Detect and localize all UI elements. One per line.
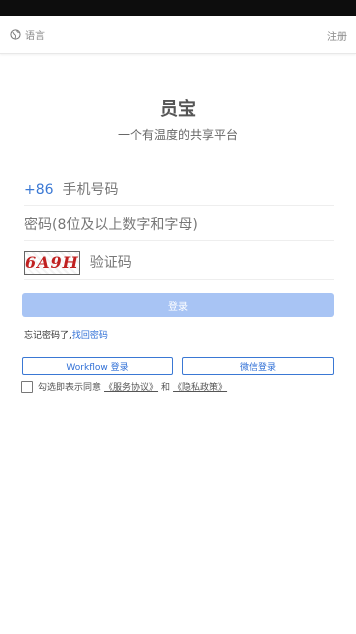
phone-input[interactable] bbox=[62, 181, 334, 198]
agreement-prefix: 勾选即表示同意 bbox=[38, 383, 102, 393]
password-input[interactable] bbox=[24, 216, 334, 233]
captcha-row: 6A9H bbox=[24, 246, 334, 280]
language-selector[interactable]: 语言 bbox=[10, 27, 45, 42]
forgot-password-text: 忘记密码了, bbox=[24, 331, 72, 341]
app-title: 员宝 bbox=[160, 99, 196, 120]
phone-row: +86 bbox=[24, 174, 334, 206]
privacy-policy-link[interactable]: 《隐私政策》 bbox=[173, 380, 227, 393]
captcha-image[interactable]: 6A9H bbox=[24, 250, 80, 275]
captcha-input[interactable] bbox=[89, 254, 334, 271]
agreement-and: 和 bbox=[161, 383, 171, 393]
register-link[interactable]: 注册 bbox=[327, 28, 347, 43]
top-bar: 语言 注册 bbox=[0, 16, 356, 54]
service-agreement-link[interactable]: 《服务协议》 bbox=[104, 380, 158, 393]
workflow-login-button[interactable]: Workflow 登录 bbox=[22, 357, 173, 375]
password-row bbox=[24, 209, 334, 241]
agreement-row: 勾选即表示同意 《服务协议》 和 《隐私政策》 bbox=[21, 380, 230, 393]
wechat-login-button[interactable]: 微信登录 bbox=[182, 357, 334, 375]
globe-icon bbox=[10, 29, 21, 40]
login-button[interactable]: 登录 bbox=[22, 293, 334, 317]
country-code-selector[interactable]: +86 bbox=[24, 182, 54, 198]
agreement-checkbox[interactable] bbox=[21, 380, 33, 393]
app-slogan: 一个有温度的共享平台 bbox=[117, 128, 238, 142]
recover-password-link[interactable]: 找回密码 bbox=[72, 331, 108, 341]
language-label: 语言 bbox=[25, 31, 45, 42]
status-bar bbox=[0, 0, 356, 16]
forgot-password-row: 忘记密码了,找回密码 bbox=[24, 328, 108, 341]
